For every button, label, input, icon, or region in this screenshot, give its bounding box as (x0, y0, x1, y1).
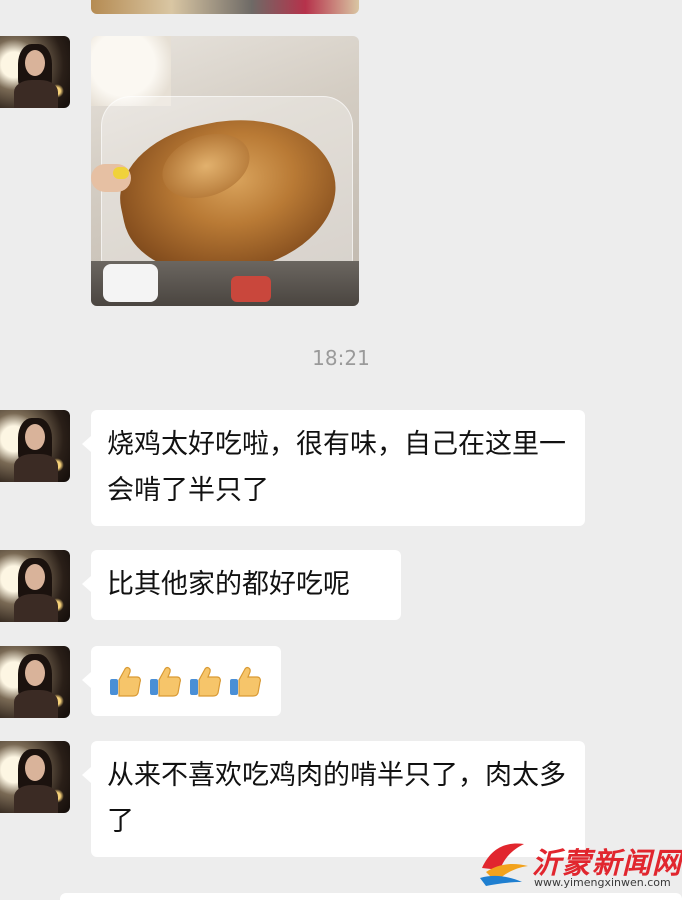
thumbs-up-icon (150, 666, 181, 697)
thumbs-up-icon (190, 666, 221, 697)
thumbs-up-icon (230, 666, 261, 697)
previous-image-message[interactable] (91, 0, 359, 14)
thumbs-up-icon (110, 666, 141, 697)
avatar[interactable] (0, 741, 70, 813)
avatar-body (14, 454, 58, 482)
message-text: 从来不喜欢吃鸡肉的啃半只了，肉太多了 (107, 760, 566, 837)
avatar-body (14, 690, 58, 718)
message-text: 烧鸡太好吃啦，很有味，自己在这里一会啃了半只了 (107, 429, 566, 506)
photo-yellow-nail (113, 167, 129, 179)
next-message-bubble (60, 893, 682, 900)
avatar-face (25, 424, 45, 450)
photo-red-object (231, 276, 271, 302)
avatar[interactable] (0, 36, 70, 108)
message-bubble[interactable]: 比其他家的都好吃呢 (82, 550, 401, 620)
watermark: 沂蒙新闻网 www.yimengxinwen.com (478, 836, 681, 892)
avatar-face (25, 50, 45, 76)
message-bubble-emoji[interactable] (82, 646, 281, 716)
message-text: 比其他家的都好吃呢 (107, 569, 350, 600)
message-timestamp: 18:21 (312, 346, 370, 370)
avatar[interactable] (0, 550, 70, 622)
avatar[interactable] (0, 410, 70, 482)
avatar-face (25, 660, 45, 686)
avatar-body (14, 80, 58, 108)
photo-cup (103, 264, 158, 302)
message-bubble[interactable]: 烧鸡太好吃啦，很有味，自己在这里一会啃了半只了 (82, 410, 585, 526)
avatar-face (25, 755, 45, 781)
avatar[interactable] (0, 646, 70, 718)
avatar-body (14, 785, 58, 813)
watermark-logo-icon (480, 843, 528, 886)
emoji-row (107, 658, 265, 704)
image-message-roast-chicken[interactable] (91, 36, 359, 306)
watermark-url: www.yimengxinwen.com (534, 876, 671, 889)
avatar-body (14, 594, 58, 622)
avatar-face (25, 564, 45, 590)
